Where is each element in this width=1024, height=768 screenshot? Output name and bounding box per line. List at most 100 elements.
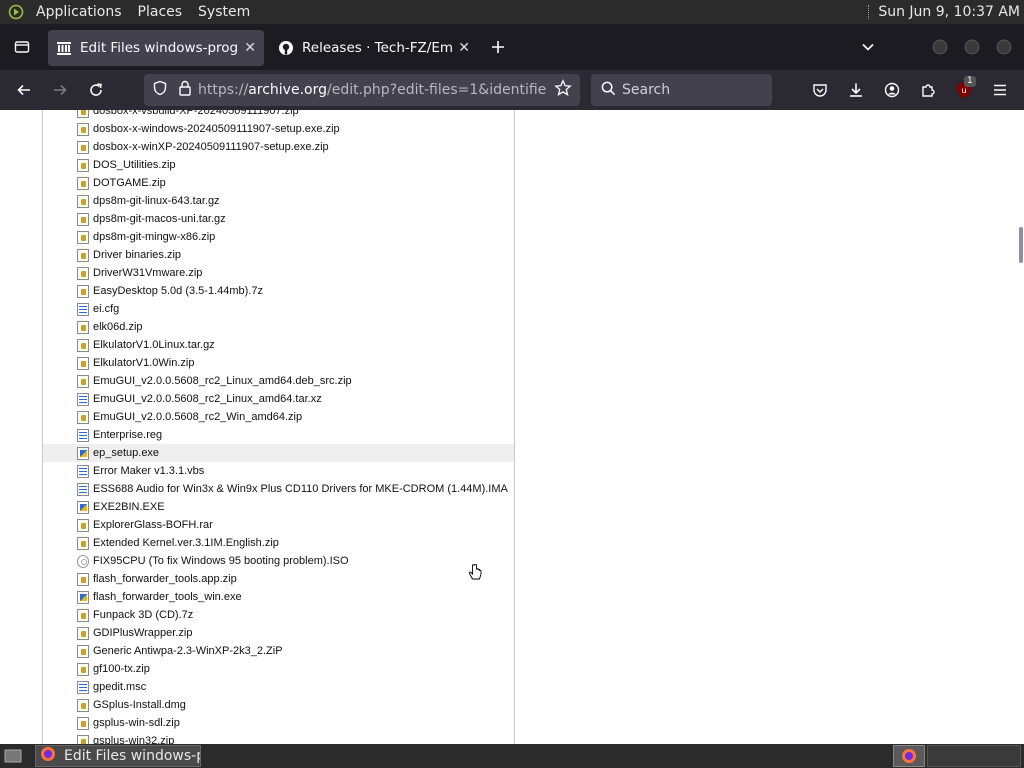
file-name[interactable]: Driver binaries.zip xyxy=(93,249,181,261)
file-name[interactable]: ep_setup.exe xyxy=(93,447,159,459)
minimize-window-icon[interactable] xyxy=(928,31,952,63)
applications-menu[interactable]: Applications xyxy=(28,0,130,24)
file-row[interactable]: EXE2BIN.EXE xyxy=(43,498,514,516)
file-row[interactable]: ESS688 Audio for Win3x & Win9x Plus CD11… xyxy=(43,480,514,498)
file-row[interactable]: ElkulatorV1.0Win.zip xyxy=(43,354,514,372)
file-name[interactable]: dosbox-x-vsbuild-XP-20240509111907.zip xyxy=(93,110,299,117)
pocket-icon[interactable] xyxy=(804,74,836,106)
file-name[interactable]: flash_forwarder_tools.app.zip xyxy=(93,573,237,585)
file-name[interactable]: ESS688 Audio for Win3x & Win9x Plus CD11… xyxy=(93,483,508,495)
file-row[interactable]: EasyDesktop 5.0d (3.5-1.44mb).7z xyxy=(43,282,514,300)
lock-icon[interactable] xyxy=(178,80,192,100)
file-row[interactable]: dps8m-git-macos-uni.tar.gz xyxy=(43,210,514,228)
file-name[interactable]: DriverW31Vmware.zip xyxy=(93,267,202,279)
file-row[interactable]: dosbox-x-vsbuild-XP-20240509111907.zip xyxy=(43,110,514,120)
file-name[interactable]: EXE2BIN.EXE xyxy=(93,501,165,513)
file-name[interactable]: ExplorerGlass-BOFH.rar xyxy=(93,519,213,531)
file-name[interactable]: dps8m-git-mingw-x86.zip xyxy=(93,231,215,243)
file-name[interactable]: DOTGAME.zip xyxy=(93,177,166,189)
distro-logo-icon[interactable] xyxy=(6,2,26,22)
file-row[interactable]: Enterprise.reg xyxy=(43,426,514,444)
hamburger-menu-icon[interactable] xyxy=(984,74,1016,106)
file-name[interactable]: elk06d.zip xyxy=(93,321,143,333)
file-name[interactable]: GSplus-Install.dmg xyxy=(93,699,186,711)
file-name[interactable]: Funpack 3D (CD).7z xyxy=(93,609,193,621)
file-row[interactable]: gsplus-win32.zip xyxy=(43,732,514,744)
file-row[interactable]: Driver binaries.zip xyxy=(43,246,514,264)
system-menu[interactable]: System xyxy=(190,0,258,24)
url-text[interactable]: https://archive.org/edit.php?edit-files=… xyxy=(198,82,546,98)
file-name[interactable]: EmuGUI_v2.0.0.5608_rc2_Linux_amd64.tar.x… xyxy=(93,393,322,405)
file-row[interactable]: ei.cfg xyxy=(43,300,514,318)
file-row[interactable]: ExplorerGlass-BOFH.rar xyxy=(43,516,514,534)
ublock-origin-icon[interactable]: u 1 xyxy=(948,74,980,106)
list-all-tabs-icon[interactable] xyxy=(852,31,884,63)
file-name[interactable]: dps8m-git-linux-643.tar.gz xyxy=(93,195,220,207)
file-row[interactable]: DOTGAME.zip xyxy=(43,174,514,192)
firefox-view-icon[interactable] xyxy=(4,31,40,63)
file-row[interactable]: DriverW31Vmware.zip xyxy=(43,264,514,282)
file-name[interactable]: flash_forwarder_tools_win.exe xyxy=(93,591,242,603)
file-row[interactable]: dps8m-git-mingw-x86.zip xyxy=(43,228,514,246)
extensions-puzzle-icon[interactable] xyxy=(912,74,944,106)
file-row[interactable]: FIX95CPU (To fix Windows 95 booting prob… xyxy=(43,552,514,570)
close-tab-icon[interactable]: ✕ xyxy=(458,40,470,56)
file-name[interactable]: dosbox-x-winXP-20240509111907-setup.exe.… xyxy=(93,141,329,153)
file-name[interactable]: EmuGUI_v2.0.0.5608_rc2_Win_amd64.zip xyxy=(93,411,302,423)
close-tab-icon[interactable]: ✕ xyxy=(244,40,256,56)
account-icon[interactable] xyxy=(876,74,908,106)
file-name[interactable]: EasyDesktop 5.0d (3.5-1.44mb).7z xyxy=(93,285,263,297)
maximize-window-icon[interactable] xyxy=(960,31,984,63)
scrollbar-thumb[interactable] xyxy=(1019,227,1023,263)
file-name[interactable]: gsplus-win-sdl.zip xyxy=(93,717,180,729)
file-row[interactable]: EmuGUI_v2.0.0.5608_rc2_Linux_amd64.tar.x… xyxy=(43,390,514,408)
downloads-icon[interactable] xyxy=(840,74,872,106)
file-row[interactable]: GDIPlusWrapper.zip xyxy=(43,624,514,642)
file-row[interactable]: GSplus-Install.dmg xyxy=(43,696,514,714)
file-name[interactable]: gsplus-win32.zip xyxy=(93,735,174,744)
clock[interactable]: Sun Jun 9, 10:37 AM xyxy=(878,4,1024,20)
file-row[interactable]: ep_setup.exe xyxy=(43,444,514,462)
file-name[interactable]: Enterprise.reg xyxy=(93,429,162,441)
file-name[interactable]: dosbox-x-windows-20240509111907-setup.ex… xyxy=(93,123,340,135)
file-row[interactable]: Extended Kernel.ver.3.1IM.English.zip xyxy=(43,534,514,552)
file-row[interactable]: dps8m-git-linux-643.tar.gz xyxy=(43,192,514,210)
forward-arrow-icon[interactable] xyxy=(44,74,76,106)
bookmark-star-icon[interactable] xyxy=(554,79,572,101)
file-name[interactable]: Generic Antiwpa-2.3-WinXP-2k3_2.ZiP xyxy=(93,645,283,657)
file-row[interactable]: dosbox-x-winXP-20240509111907-setup.exe.… xyxy=(43,138,514,156)
file-row[interactable]: DOS_Utilities.zip xyxy=(43,156,514,174)
file-name[interactable]: FIX95CPU (To fix Windows 95 booting prob… xyxy=(93,555,349,567)
file-row[interactable]: elk06d.zip xyxy=(43,318,514,336)
file-row[interactable]: gsplus-win-sdl.zip xyxy=(43,714,514,732)
file-row[interactable]: flash_forwarder_tools_win.exe xyxy=(43,588,514,606)
back-arrow-icon[interactable] xyxy=(8,74,40,106)
file-name[interactable]: EmuGUI_v2.0.0.5608_rc2_Linux_amd64.deb_s… xyxy=(93,375,352,387)
file-row[interactable]: Generic Antiwpa-2.3-WinXP-2k3_2.ZiP xyxy=(43,642,514,660)
file-name[interactable]: gpedit.msc xyxy=(93,681,146,693)
file-name[interactable]: Extended Kernel.ver.3.1IM.English.zip xyxy=(93,537,279,549)
file-name[interactable]: gf100-tx.zip xyxy=(93,663,150,675)
address-bar[interactable]: https://archive.org/edit.php?edit-files=… xyxy=(144,74,580,106)
file-name[interactable]: ElkulatorV1.0Linux.tar.gz xyxy=(93,339,215,351)
reload-icon[interactable] xyxy=(80,74,112,106)
workspace-1[interactable] xyxy=(893,745,925,767)
new-tab-icon[interactable] xyxy=(482,31,514,63)
taskbar-window-button[interactable]: Edit Files windows-programs xyxy=(35,745,201,767)
close-window-icon[interactable] xyxy=(992,31,1016,63)
file-row[interactable]: ElkulatorV1.0Linux.tar.gz xyxy=(43,336,514,354)
tab-releases[interactable]: Releases · Tech-FZ/EmuGUI ✕ xyxy=(270,30,478,66)
file-row[interactable]: EmuGUI_v2.0.0.5608_rc2_Linux_amd64.deb_s… xyxy=(43,372,514,390)
file-row[interactable]: dosbox-x-windows-20240509111907-setup.ex… xyxy=(43,120,514,138)
file-row[interactable]: flash_forwarder_tools.app.zip xyxy=(43,570,514,588)
file-name[interactable]: ei.cfg xyxy=(93,303,119,315)
search-bar[interactable]: Search xyxy=(591,74,772,106)
file-row[interactable]: gf100-tx.zip xyxy=(43,660,514,678)
file-row[interactable]: Error Maker v1.3.1.vbs xyxy=(43,462,514,480)
file-name[interactable]: ElkulatorV1.0Win.zip xyxy=(93,357,195,369)
file-row[interactable]: gpedit.msc xyxy=(43,678,514,696)
file-row[interactable]: EmuGUI_v2.0.0.5608_rc2_Win_amd64.zip xyxy=(43,408,514,426)
places-menu[interactable]: Places xyxy=(130,0,191,24)
file-name[interactable]: GDIPlusWrapper.zip xyxy=(93,627,192,639)
workspace-2[interactable] xyxy=(927,745,1021,767)
